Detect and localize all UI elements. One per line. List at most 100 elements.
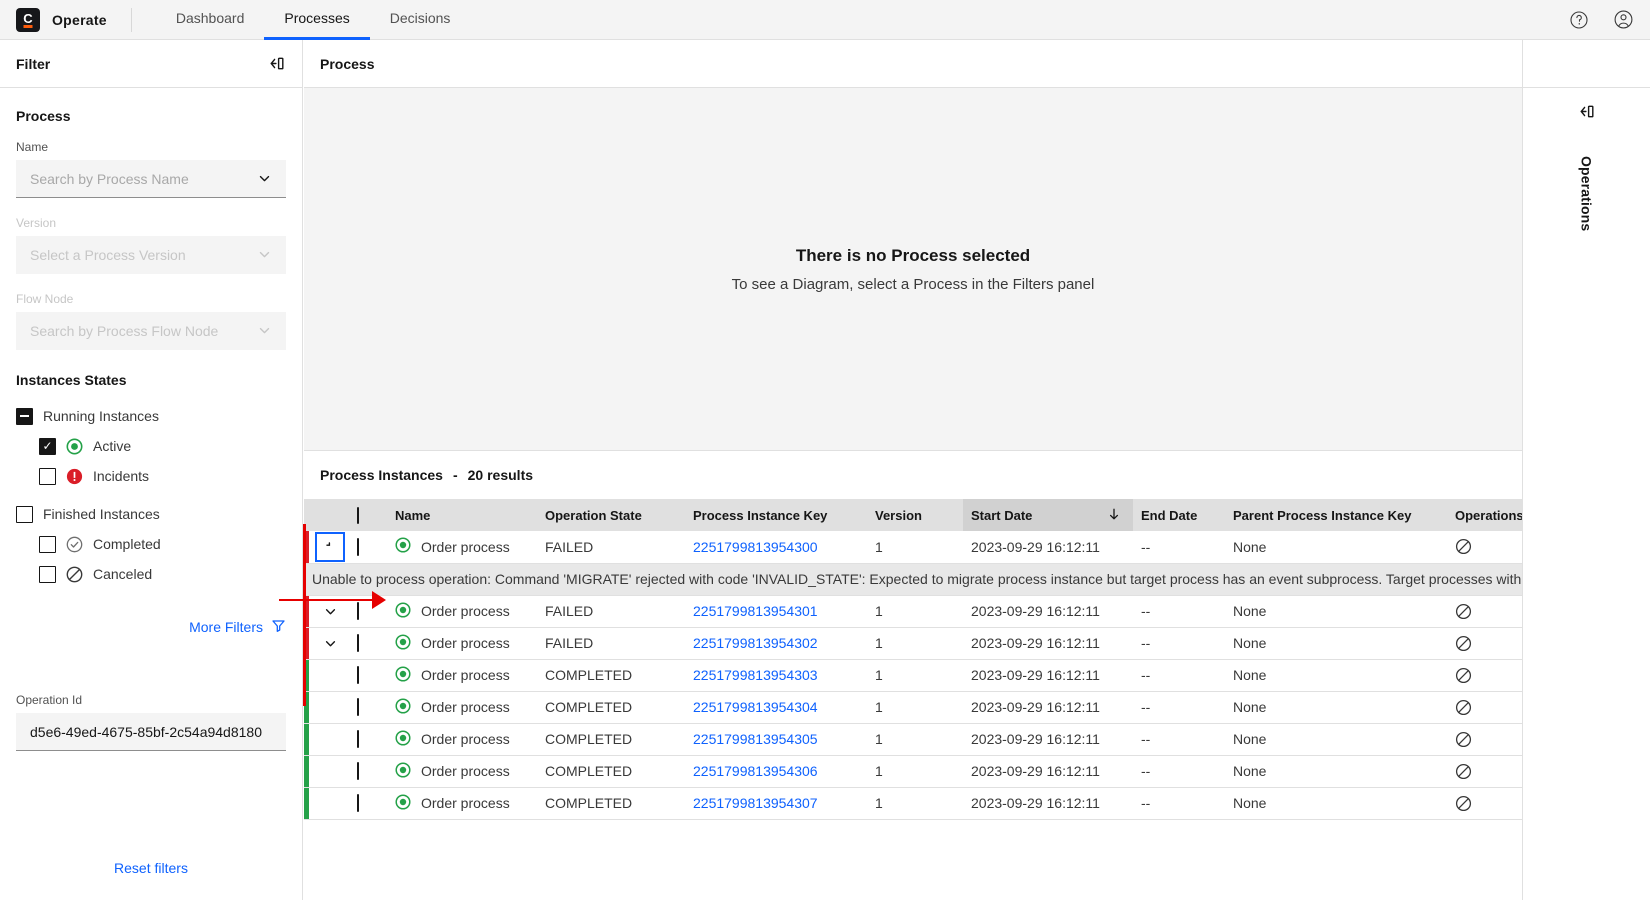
process-instance-key-link[interactable]: 2251799813954303 (693, 667, 818, 683)
process-instance-key-link[interactable]: 2251799813954306 (693, 763, 818, 779)
brand: C Operate (0, 8, 107, 32)
table-row[interactable]: Order process COMPLETED 2251799813954305… (304, 723, 1522, 755)
active-icon (395, 730, 411, 749)
center-column: Process There is no Process selected To … (304, 40, 1522, 900)
column-header-name[interactable]: Name (387, 499, 537, 531)
operations-cell (1447, 787, 1522, 819)
column-header-end-date[interactable]: End Date (1133, 499, 1225, 531)
row-checkbox[interactable] (357, 666, 359, 684)
checkbox-completed[interactable]: Completed (16, 530, 286, 558)
cancel-operation-icon[interactable] (1455, 699, 1522, 716)
process-version-select[interactable]: Select a Process Version (16, 236, 286, 274)
checkbox-label: Finished Instances (43, 506, 160, 522)
process-instance-key-link[interactable]: 2251799813954305 (693, 731, 818, 747)
process-version-field: Version Select a Process Version (16, 216, 286, 274)
process-version-placeholder: Select a Process Version (30, 247, 186, 263)
row-select-cell (349, 627, 387, 659)
process-instance-key-link[interactable]: 2251799813954307 (693, 795, 818, 811)
table-row[interactable]: Order process COMPLETED 2251799813954306… (304, 755, 1522, 787)
checkbox-finished-instances[interactable]: Finished Instances (16, 500, 286, 528)
table-row[interactable]: Order process COMPLETED 2251799813954307… (304, 787, 1522, 819)
row-select-cell (349, 659, 387, 691)
nav-tab-decisions[interactable]: Decisions (370, 0, 471, 40)
diagram-empty-state: There is no Process selected To see a Di… (304, 88, 1522, 450)
version: 1 (867, 723, 963, 755)
canceled-icon (66, 566, 83, 583)
cancel-operation-icon[interactable] (1455, 667, 1522, 684)
end-date: -- (1133, 723, 1225, 755)
start-date: 2023-09-29 16:12:11 (963, 531, 1133, 563)
help-icon[interactable] (1566, 7, 1592, 33)
expand-cell (309, 691, 349, 723)
row-checkbox[interactable] (357, 730, 359, 748)
cancel-operation-icon[interactable] (1455, 635, 1522, 652)
cancel-operation-icon[interactable] (1455, 795, 1522, 812)
flow-node-select[interactable]: Search by Process Flow Node (16, 312, 286, 350)
process-instance-key-link[interactable]: 2251799813954304 (693, 699, 818, 715)
operation-error-row: Unable to process operation: Command 'MI… (304, 563, 1522, 595)
operations-panel-label: Operations (1579, 156, 1595, 231)
operations-cell (1447, 531, 1522, 563)
camunda-logo-icon: C (16, 8, 40, 32)
table-row[interactable]: Order process COMPLETED 2251799813954304… (304, 691, 1522, 723)
expand-row-button[interactable] (317, 598, 343, 624)
filter-icon (271, 618, 286, 636)
cancel-operation-icon[interactable] (1455, 538, 1522, 555)
checkbox-label: Running Instances (43, 408, 159, 424)
column-header-process-instance-key[interactable]: Process Instance Key (685, 499, 867, 531)
expand-row-button[interactable] (317, 630, 343, 656)
process-instance-key-link[interactable]: 2251799813954302 (693, 635, 818, 651)
nav-tab-dashboard[interactable]: Dashboard (156, 0, 265, 40)
table-row[interactable]: Order process COMPLETED 2251799813954303… (304, 659, 1522, 691)
operation-state: COMPLETED (537, 755, 685, 787)
user-avatar-icon[interactable] (1610, 7, 1636, 33)
cancel-operation-icon[interactable] (1455, 731, 1522, 748)
column-header-operation-state[interactable]: Operation State (537, 499, 685, 531)
end-date: -- (1133, 787, 1225, 819)
row-select-cell (349, 755, 387, 787)
table-header: Name Operation State Process Instance Ke… (304, 499, 1522, 531)
cancel-operation-icon[interactable] (1455, 763, 1522, 780)
row-checkbox[interactable] (357, 794, 359, 812)
collapse-panel-icon[interactable] (267, 54, 286, 73)
select-all-checkbox[interactable] (357, 507, 359, 524)
process-instance-key-link[interactable]: 2251799813954301 (693, 603, 818, 619)
row-checkbox[interactable] (357, 634, 359, 652)
column-header-version[interactable]: Version (867, 499, 963, 531)
row-checkbox[interactable] (357, 762, 359, 780)
logo-letter: C (23, 12, 32, 25)
checkbox-canceled[interactable]: Canceled (16, 560, 286, 588)
more-filters-button[interactable]: More Filters (16, 618, 286, 636)
checkbox-incidents[interactable]: Incidents (16, 462, 286, 490)
column-header-parent-process-instance-key[interactable]: Parent Process Instance Key (1225, 499, 1447, 531)
checkbox-running-instances[interactable]: Running Instances (16, 402, 286, 430)
parent-process-instance-key: None (1225, 723, 1447, 755)
empty-state-subtitle: To see a Diagram, select a Process in th… (732, 276, 1095, 293)
expand-row-button[interactable] (317, 534, 343, 560)
operation-id-input[interactable] (16, 713, 286, 751)
reset-filters-button[interactable]: Reset filters (0, 860, 302, 876)
table-row[interactable]: Order process FAILED 2251799813954301 1 … (304, 595, 1522, 627)
process-name-select[interactable]: Search by Process Name (16, 160, 286, 198)
expand-cell (309, 531, 349, 563)
column-header-start-date[interactable]: Start Date (963, 499, 1133, 531)
version: 1 (867, 595, 963, 627)
checkbox-active[interactable]: ✓ Active (16, 432, 286, 460)
nav-tab-processes[interactable]: Processes (264, 0, 369, 40)
row-select-cell (349, 691, 387, 723)
table-row[interactable]: Order process FAILED 2251799813954300 1 … (304, 531, 1522, 563)
operations-cell (1447, 723, 1522, 755)
row-checkbox[interactable] (357, 602, 359, 620)
filter-panel: Filter Process Name Search by Process Na… (0, 40, 303, 900)
cancel-operation-icon[interactable] (1455, 603, 1522, 620)
version: 1 (867, 691, 963, 723)
process-instance-key-link[interactable]: 2251799813954300 (693, 539, 818, 555)
collapse-panel-icon[interactable] (1577, 102, 1596, 126)
operation-state: COMPLETED (537, 787, 685, 819)
row-checkbox[interactable] (357, 538, 359, 556)
row-checkbox[interactable] (357, 698, 359, 716)
column-header-operations[interactable]: Operations (1447, 499, 1522, 531)
filter-body: Process Name Search by Process Name Vers… (0, 88, 302, 900)
table-row[interactable]: Order process FAILED 2251799813954302 1 … (304, 627, 1522, 659)
expand-cell (309, 595, 349, 627)
